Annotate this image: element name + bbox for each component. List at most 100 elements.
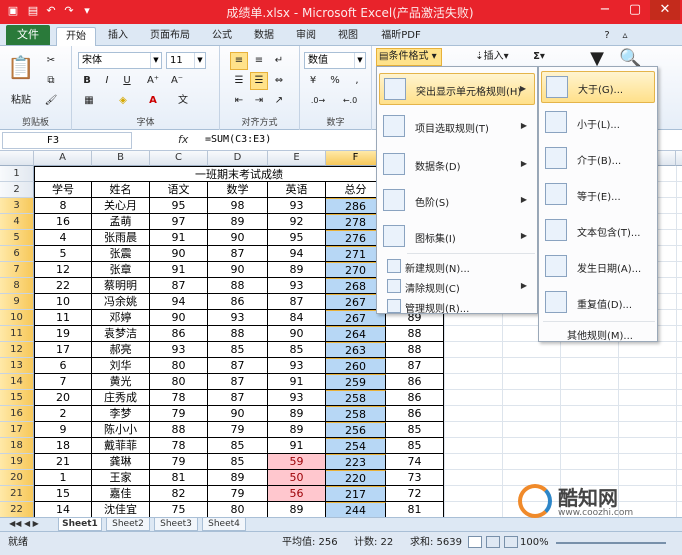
sheet-tab-4[interactable]: Sheet4	[202, 518, 246, 531]
merge-cells-icon[interactable]: ⇔	[270, 72, 288, 90]
bold-button[interactable]: B	[78, 72, 96, 90]
table-cell[interactable]: 4	[34, 230, 92, 246]
table-cell[interactable]: 10	[34, 294, 92, 310]
submenu-item[interactable]: 文本包含(T)...	[541, 215, 655, 247]
table-cell[interactable]: 98	[208, 198, 268, 214]
submenu-item[interactable]: 大于(G)...	[541, 71, 655, 103]
row-header[interactable]: 15	[0, 390, 34, 406]
table-cell[interactable]: 蔡明明	[92, 278, 150, 294]
table-cell[interactable]: 87	[208, 390, 268, 406]
column-header-b[interactable]: B	[92, 151, 150, 166]
table-cell[interactable]: 6	[34, 358, 92, 374]
row-header[interactable]: 13	[0, 358, 34, 374]
table-cell[interactable]: 91	[150, 262, 208, 278]
table-cell[interactable]: 259	[326, 374, 386, 390]
row-header[interactable]: 6	[0, 246, 34, 262]
table-cell[interactable]: 59	[268, 454, 326, 470]
submenu-item[interactable]: 发生日期(A)...	[541, 251, 655, 283]
table-cell[interactable]: 80	[208, 502, 268, 517]
table-cell[interactable]: 81	[386, 502, 444, 517]
increase-decimal-icon[interactable]: .0→	[304, 92, 332, 110]
table-cell[interactable]: 郝亮	[92, 342, 150, 358]
table-cell[interactable]: 86	[386, 390, 444, 406]
table-cell[interactable]: 庄秀成	[92, 390, 150, 406]
row-header[interactable]: 8	[0, 278, 34, 294]
tab-formulas[interactable]: 公式	[204, 27, 240, 46]
fill-color-icon[interactable]: ◈	[112, 92, 134, 110]
table-cell[interactable]: 79	[208, 422, 268, 438]
submenu-item[interactable]: 等于(E)...	[541, 179, 655, 211]
copy-icon[interactable]: ⧉	[42, 72, 60, 90]
row-header[interactable]: 12	[0, 342, 34, 358]
font-name-combo[interactable]: 宋体 ▼	[78, 52, 162, 69]
table-cell[interactable]: 李梦	[92, 406, 150, 422]
table-cell[interactable]: 79	[150, 406, 208, 422]
page-break-view-icon[interactable]	[504, 536, 518, 548]
table-cell[interactable]: 9	[34, 422, 92, 438]
table-cell[interactable]: 256	[326, 422, 386, 438]
increase-indent-icon[interactable]: ⇥	[250, 92, 268, 110]
italic-button[interactable]: I	[98, 72, 116, 90]
borders-icon[interactable]: ▦	[78, 92, 100, 110]
column-header-e[interactable]: E	[268, 151, 326, 166]
row-header[interactable]: 2	[0, 182, 34, 198]
table-cell[interactable]: 袁梦洁	[92, 326, 150, 342]
wrap-text-icon[interactable]: ↵	[270, 52, 288, 70]
table-cell[interactable]: 冯余姚	[92, 294, 150, 310]
row-header[interactable]: 14	[0, 374, 34, 390]
table-cell[interactable]: 90	[268, 326, 326, 342]
table-cell[interactable]: 84	[268, 310, 326, 326]
tab-data[interactable]: 数据	[246, 27, 282, 46]
font-color-icon[interactable]: A	[142, 92, 164, 110]
tab-review[interactable]: 审阅	[288, 27, 324, 46]
table-cell[interactable]: 89	[268, 422, 326, 438]
table-cell[interactable]: 85	[268, 342, 326, 358]
table-cell[interactable]: 50	[268, 470, 326, 486]
page-layout-view-icon[interactable]	[486, 536, 500, 548]
comma-button[interactable]: ,	[348, 72, 366, 90]
table-cell[interactable]: 黄光	[92, 374, 150, 390]
table-cell[interactable]: 87	[208, 374, 268, 390]
row-header[interactable]: 10	[0, 310, 34, 326]
table-cell[interactable]: 260	[326, 358, 386, 374]
tab-file[interactable]: 文件	[6, 25, 50, 45]
table-cell[interactable]: 王家	[92, 470, 150, 486]
table-cell[interactable]: 94	[150, 294, 208, 310]
cond-menu-item[interactable]: 清除规则(C) ▶	[379, 277, 535, 295]
table-cell[interactable]: 17	[34, 342, 92, 358]
table-cell[interactable]: 90	[150, 246, 208, 262]
table-cell[interactable]: 5	[34, 246, 92, 262]
font-grow-icon[interactable]: A⁺	[142, 72, 164, 90]
table-cell[interactable]: 7	[34, 374, 92, 390]
table-cell[interactable]: 97	[150, 214, 208, 230]
table-cell[interactable]: 85	[208, 438, 268, 454]
table-cell[interactable]: 89	[268, 262, 326, 278]
normal-view-icon[interactable]	[468, 536, 482, 548]
table-cell[interactable]: 78	[150, 438, 208, 454]
table-cell[interactable]: 93	[268, 278, 326, 294]
table-cell[interactable]: 8	[34, 198, 92, 214]
table-cell[interactable]: 2	[34, 406, 92, 422]
table-cell[interactable]: 90	[208, 262, 268, 278]
submenu-item[interactable]: 重复值(D)...	[541, 287, 655, 319]
table-cell[interactable]: 223	[326, 454, 386, 470]
underline-button[interactable]: U	[118, 72, 136, 90]
table-cell[interactable]: 81	[150, 470, 208, 486]
table-cell[interactable]: 93	[268, 358, 326, 374]
table-cell[interactable]: 74	[386, 454, 444, 470]
table-cell[interactable]: 88	[208, 326, 268, 342]
table-cell[interactable]: 79	[150, 454, 208, 470]
redo-icon[interactable]: ↷	[62, 4, 76, 18]
table-cell[interactable]: 89	[268, 406, 326, 422]
table-cell[interactable]: 87	[268, 294, 326, 310]
table-cell[interactable]: 95	[150, 198, 208, 214]
table-cell[interactable]: 80	[150, 358, 208, 374]
table-cell[interactable]: 91	[150, 230, 208, 246]
cond-menu-item[interactable]: 项目选取规则(T) ▶	[379, 111, 535, 143]
format-painter-icon[interactable]: 🖌	[42, 92, 60, 110]
table-cell[interactable]: 孟萌	[92, 214, 150, 230]
table-cell[interactable]: 80	[150, 374, 208, 390]
table-cell[interactable]: 戴菲菲	[92, 438, 150, 454]
tab-view[interactable]: 视图	[330, 27, 366, 46]
autosum-button[interactable]: Σ▾	[528, 48, 550, 66]
